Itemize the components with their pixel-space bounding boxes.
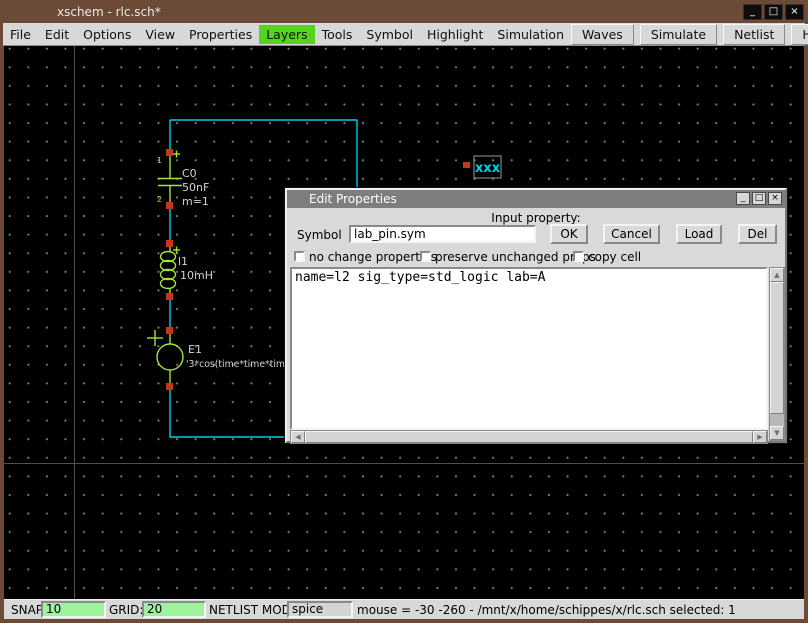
source-value-label: '3*cos(time*time*time' (186, 359, 293, 370)
edit-properties-dialog: Edit Properties _ □ × Input property: Sy… (285, 188, 787, 443)
preserve-unchanged-props-label: preserve unchanged props (435, 250, 596, 264)
load-button[interactable]: Load (676, 224, 722, 244)
waves-button[interactable]: Waves (571, 24, 634, 45)
symbol-input[interactable]: lab_pin.sym (349, 225, 536, 243)
scroll-left-icon[interactable]: ◀ (291, 431, 305, 443)
capacitor-mult-label: m=1 (182, 195, 209, 208)
capacitor-pin1-number: 1 (157, 156, 162, 165)
inductor-ref-label: l1 (178, 255, 188, 268)
netlist-mode-input[interactable]: spice (287, 601, 353, 618)
net-label-text: xxx (475, 161, 501, 176)
dialog-minimize-icon[interactable]: _ (736, 192, 750, 205)
dialog-titlebar[interactable]: Edit Properties _ □ × (287, 190, 785, 208)
voltage-source-symbol[interactable]: E1 '3*cos(time*time*time' (147, 330, 293, 383)
grid-input[interactable]: 20 (142, 601, 206, 618)
vertical-scroll-thumb[interactable] (770, 282, 784, 414)
symbol-row: Symbol lab_pin.sym OK Cancel Load Del (287, 223, 785, 247)
mouse-coordinates-status: mouse = -30 -260 - /mnt/x/home/schippes/… (357, 603, 736, 617)
close-icon[interactable]: × (785, 4, 804, 20)
source-ref-label: E1 (188, 343, 202, 356)
menu-tools[interactable]: Tools (315, 25, 360, 44)
menu-simulation[interactable]: Simulation (490, 25, 571, 44)
window-titlebar[interactable]: xschem - rlc.sch* _ □ × (0, 0, 808, 23)
menu-options[interactable]: Options (76, 25, 138, 44)
menu-layers[interactable]: Layers (259, 25, 314, 44)
cancel-button[interactable]: Cancel (603, 224, 660, 244)
vertical-scrollbar[interactable]: ▲ ▼ (769, 267, 785, 441)
window-title: xschem - rlc.sch* (57, 5, 161, 19)
netlist-button[interactable]: Netlist (723, 24, 785, 45)
capacitor-ref-label: C0 (182, 167, 197, 180)
help-button[interactable]: Help (791, 24, 808, 45)
menu-file[interactable]: File (3, 25, 38, 44)
property-textarea[interactable]: name=l2 sig_type=std_logic lab=A (290, 267, 768, 430)
maximize-icon[interactable]: □ (764, 4, 783, 20)
preserve-unchanged-props-checkbox[interactable] (420, 251, 431, 262)
scroll-down-icon[interactable]: ▼ (770, 426, 784, 440)
no-change-properties-label: no change properties (309, 250, 437, 264)
capacitor-pin2-number: 2 (157, 195, 162, 204)
copy-cell-checkbox[interactable] (573, 251, 584, 262)
grid-label: GRID: (109, 603, 143, 617)
scroll-right-icon[interactable]: ▶ (753, 431, 767, 443)
statusbar: SNAP: 10 GRID: 20 NETLIST MODE: spice mo… (4, 599, 804, 619)
dialog-maximize-icon[interactable]: □ (752, 192, 766, 205)
simulate-button[interactable]: Simulate (640, 24, 717, 45)
snap-input[interactable]: 10 (41, 601, 106, 618)
capacitor-symbol[interactable]: 1 2 C0 50nF m=1 (157, 151, 209, 209)
checkbox-row: no change properties preserve unchanged … (287, 250, 785, 264)
minimize-icon[interactable]: _ (743, 4, 762, 20)
horizontal-scrollbar[interactable]: ◀ ▶ (290, 430, 768, 444)
symbol-label: Symbol (297, 228, 342, 242)
capacitor-value-label: 50nF (182, 181, 209, 194)
no-change-properties-checkbox[interactable] (294, 251, 305, 262)
del-button[interactable]: Del (738, 224, 777, 244)
inductor-value-label: 10mH (180, 269, 213, 282)
net-label-selected[interactable]: xxx (474, 156, 501, 178)
xschem-window: xschem - rlc.sch* _ □ × File Edit Option… (0, 0, 808, 623)
inductor-symbol[interactable]: l1 10mH (161, 247, 213, 294)
menu-view[interactable]: View (138, 25, 182, 44)
copy-cell-label: copy cell (588, 250, 641, 264)
menu-edit[interactable]: Edit (38, 25, 76, 44)
scroll-up-icon[interactable]: ▲ (770, 268, 784, 282)
menu-symbol[interactable]: Symbol (359, 25, 420, 44)
menu-highlight[interactable]: Highlight (420, 25, 490, 44)
horizontal-scroll-thumb[interactable] (305, 431, 753, 443)
dialog-close-icon[interactable]: × (768, 192, 782, 205)
menubar: File Edit Options View Properties Layers… (3, 23, 805, 46)
dialog-title: Edit Properties (309, 192, 397, 206)
ok-button[interactable]: OK (550, 224, 588, 244)
menu-properties[interactable]: Properties (182, 25, 259, 44)
